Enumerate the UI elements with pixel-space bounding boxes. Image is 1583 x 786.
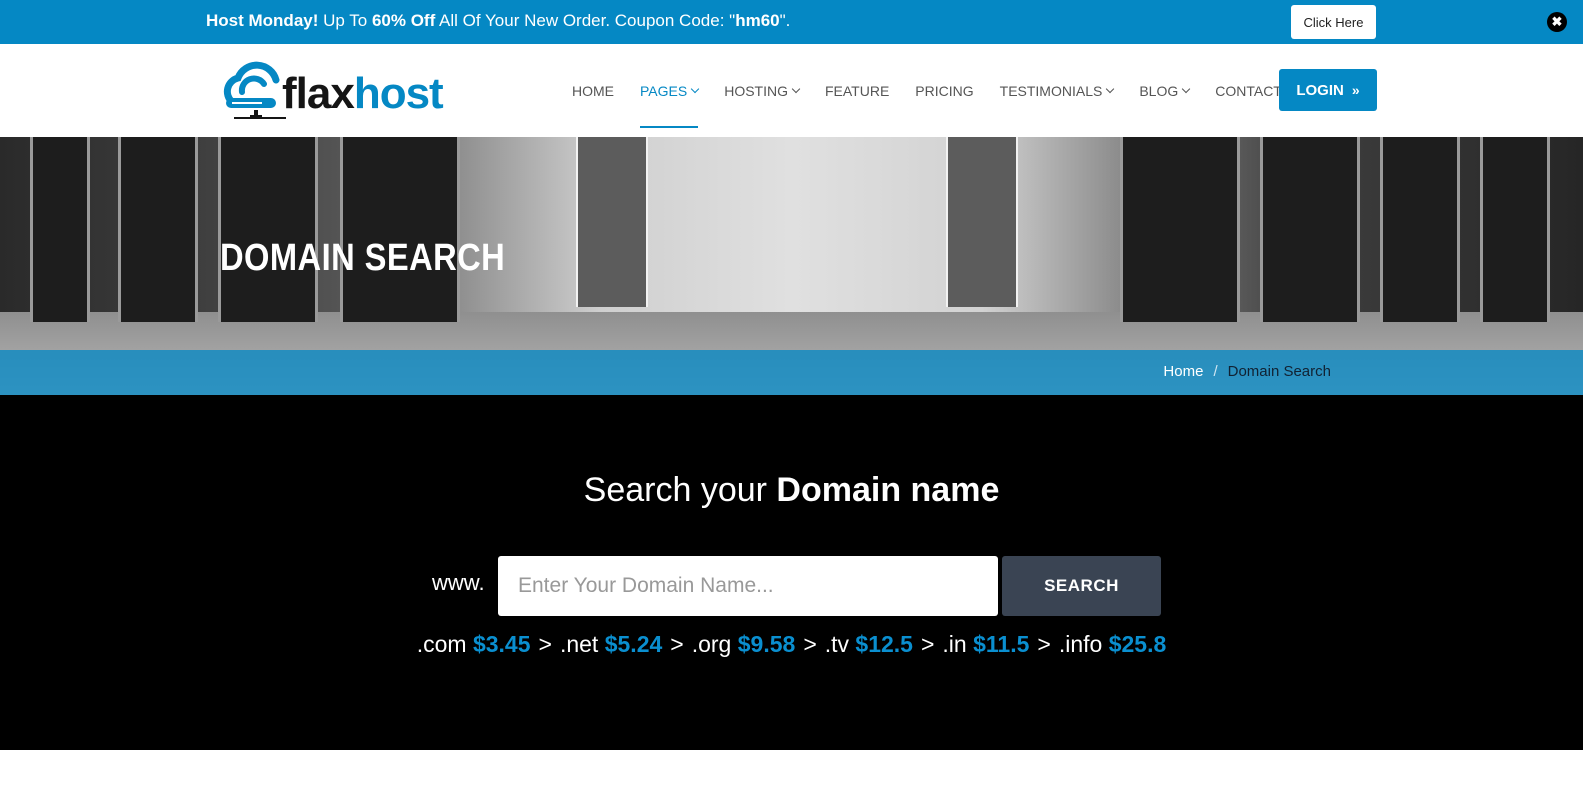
search-heading: Search your Domain name (0, 471, 1583, 510)
promo-text-c: ". (779, 11, 791, 30)
search-button[interactable]: SEARCH (1002, 556, 1161, 616)
tld-tv-price: $12.5 (855, 631, 913, 657)
promo-text-a: Up To (318, 11, 372, 30)
tld-tv: .tv (824, 631, 850, 657)
tld-in-price: $11.5 (973, 631, 1030, 657)
tld-com-price: $3.45 (472, 631, 531, 657)
server-rack-image (30, 137, 90, 322)
logo-wordmark: flaxhost (282, 69, 444, 118)
server-rack-image (576, 137, 648, 307)
login-button[interactable]: LOGIN » (1279, 69, 1377, 111)
promo-discount: 60% Off (371, 11, 436, 30)
page-banner: DOMAIN SEARCH Home / Domain Search (0, 137, 1583, 395)
tld-net-price: $5.24 (604, 631, 663, 657)
chevron-right-icon: > (538, 631, 552, 657)
server-rack-image (340, 137, 460, 322)
nav-blog-label: BLOG (1139, 82, 1179, 99)
login-label: LOGIN (1296, 81, 1344, 99)
tld-in: .in (942, 631, 967, 657)
search-heading-light: Search your (583, 471, 777, 509)
breadcrumb-current: Domain Search (1227, 363, 1331, 380)
chevron-right-icon: > (670, 631, 684, 657)
promo-bar: Host Monday! Up To 60% Off All Of Your N… (0, 0, 1583, 44)
server-rack-image (1380, 137, 1460, 322)
server-rack-image (946, 137, 1018, 307)
breadcrumb-bar: Home / Domain Search (0, 350, 1583, 395)
tld-org: .org (691, 631, 732, 657)
chevron-down-icon (791, 84, 801, 93)
nav-testimonials[interactable]: TESTIMONIALS (999, 44, 1115, 137)
chevron-down-icon (690, 84, 700, 93)
logo-part-host: host (353, 69, 444, 118)
nav-pricing[interactable]: PRICING (915, 44, 973, 137)
tld-com: .com (416, 631, 467, 657)
logo-part-flax: flax (282, 69, 355, 118)
chevron-right-icon: > (803, 631, 817, 657)
tld-info-price: $25.8 (1108, 631, 1167, 657)
breadcrumb-separator: / (1213, 363, 1218, 380)
main-nav: HOME PAGES HOSTING FEATURE PRICING TESTI… (572, 44, 1308, 137)
page-title: DOMAIN SEARCH (220, 237, 506, 279)
promo-text-b: All Of Your New Order. Coupon Code: " (435, 11, 736, 30)
site-logo[interactable]: flaxhost (220, 58, 460, 124)
nav-contact[interactable]: CONTACT (1215, 44, 1282, 137)
site-header: flaxhost HOME PAGES HOSTING FEATURE PRIC… (0, 44, 1583, 137)
close-icon[interactable]: ✖ (1547, 12, 1567, 32)
www-prefix: www. (432, 570, 485, 595)
domain-search-section: Search your Domain name www. SEARCH .com… (0, 395, 1583, 750)
server-rack-image (1260, 137, 1360, 322)
nav-hosting[interactable]: HOSTING (724, 44, 801, 137)
tld-price-list: .com $3.45 > .net $5.24 > .org $9.58 > .tv $12… (0, 631, 1583, 658)
nav-pages[interactable]: PAGES (640, 44, 700, 137)
promo-code: hm60 (735, 11, 780, 30)
nav-hosting-label: HOSTING (724, 82, 788, 99)
tld-net: .net (559, 631, 599, 657)
chevron-right-icon: > (920, 631, 935, 657)
server-rack-image (1120, 137, 1240, 322)
server-rack-image (218, 137, 318, 322)
chevron-down-icon (1181, 84, 1191, 93)
chevron-down-icon (1106, 84, 1115, 93)
server-rack-image (118, 137, 198, 322)
promo-lead: Host Monday! (206, 11, 319, 30)
server-rack-image (1480, 137, 1550, 322)
nav-contact-label: CONTACT (1215, 82, 1282, 99)
promo-click-here-button[interactable]: Click Here (1291, 5, 1376, 39)
nav-feature[interactable]: FEATURE (825, 44, 889, 137)
cloud-server-icon (223, 61, 286, 119)
search-heading-bold: Domain name (776, 471, 1000, 509)
breadcrumb-home[interactable]: Home (1163, 363, 1203, 380)
nav-feature-label: FEATURE (824, 82, 890, 99)
tld-info: .info (1058, 631, 1103, 657)
nav-testimonials-label: TESTIMONIALS (999, 82, 1103, 99)
promo-text: Host Monday! Up To 60% Off All Of Your N… (206, 11, 790, 31)
nav-blog[interactable]: BLOG (1139, 44, 1191, 137)
nav-home[interactable]: HOME (572, 44, 614, 137)
double-chevron-right-icon: » (1351, 82, 1360, 98)
nav-pricing-label: PRICING (915, 82, 974, 99)
page-bottom (0, 750, 1583, 786)
domain-search-input[interactable] (498, 556, 998, 616)
nav-pages-label: PAGES (640, 82, 688, 99)
breadcrumb: Home / Domain Search (1163, 363, 1331, 380)
tld-org-price: $9.58 (737, 631, 796, 657)
nav-home-label: HOME (572, 82, 614, 99)
chevron-right-icon: > (1037, 631, 1051, 657)
